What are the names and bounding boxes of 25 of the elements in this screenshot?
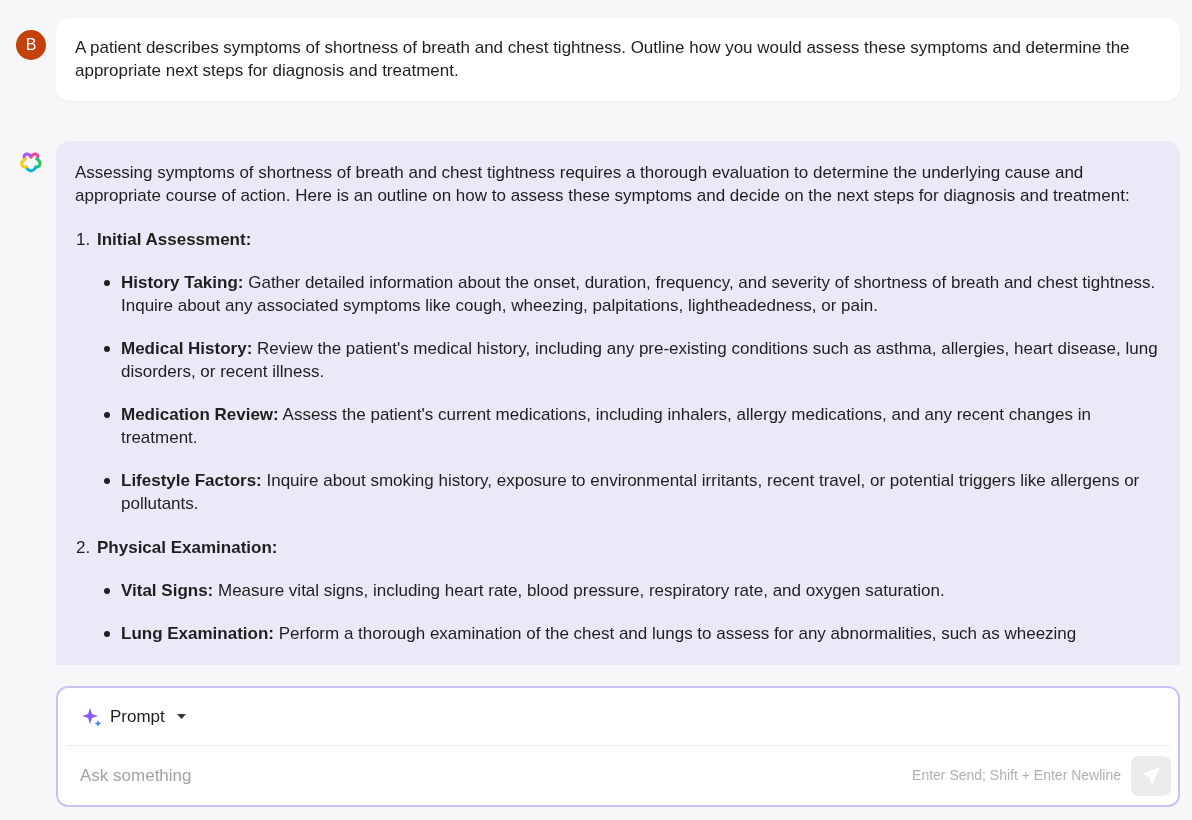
- bullet-icon: [104, 346, 110, 352]
- bullet-icon: [104, 478, 110, 484]
- list-number: 1.: [75, 229, 92, 251]
- response-text: Assessing symptoms of shortness of breath and chest tightness requires a thorough evaluation to determine the underlying cause and appropriate course of action. Here is an outline on how to assess these symptoms and decide on the next steps for diagnosis and treatment:: [75, 162, 1131, 207]
- bullet-text: Medication Review: Assess the patient's current medications, including inhalers, allergy medications, and any recent changes in treatment.: [121, 404, 1092, 449]
- bullet-text: Lifestyle Factors: Inquire about smoking history, exposure to environmental irritants, recent travel, or potential triggers like allergens or pollutants.: [121, 470, 1141, 515]
- list-number: 2.: [75, 537, 92, 559]
- user-avatar: B: [16, 30, 46, 60]
- bullet-text: History Taking: Gather detailed information about the onset, duration, frequency, and severity of shortness of breath and chest tightness. Inquire about any associated symptoms like cough, wheezing, palpitations, lightheadedness, or pain.: [121, 272, 1157, 317]
- section-heading: Initial Assessment:: [97, 229, 252, 251]
- bullet-icon: [104, 588, 110, 594]
- caret-icon: [176, 713, 186, 720]
- bullet-icon: [104, 280, 110, 286]
- keyboard-hint: Enter Send; Shift + Enter Newline: [912, 766, 1121, 785]
- bullet-text: Lung Examination: Perform a thorough examination of the chest and lungs to assess for any abnormalities, such as wheezing: [121, 623, 1077, 645]
- user-message: A patient describes symptoms of shortness of breath and chest tightness. Outline how you would assess these symptoms and determine the appropriate next steps for diagnosis and treatment.: [75, 37, 1131, 82]
- bullet-text: Medical History: Review the patient's medical history, including any pre-existing conditions such as asthma, allergies, heart disease, lung disorders, or recent illness.: [121, 338, 1159, 383]
- bullet-icon: [104, 631, 110, 637]
- section-heading: Physical Examination:: [97, 537, 278, 559]
- bullet-icon: [104, 412, 110, 418]
- message-input[interactable]: Ask something: [80, 762, 905, 789]
- prompt-mode-dropdown[interactable]: Prompt: [82, 703, 186, 730]
- bullet-text: Vital Signs: Measure vital signs, including heart rate, blood pressure, respiratory rate, and oxygen saturation.: [121, 580, 945, 602]
- assistant-logo-icon: [20, 151, 42, 173]
- sparkle-icon: [82, 706, 102, 727]
